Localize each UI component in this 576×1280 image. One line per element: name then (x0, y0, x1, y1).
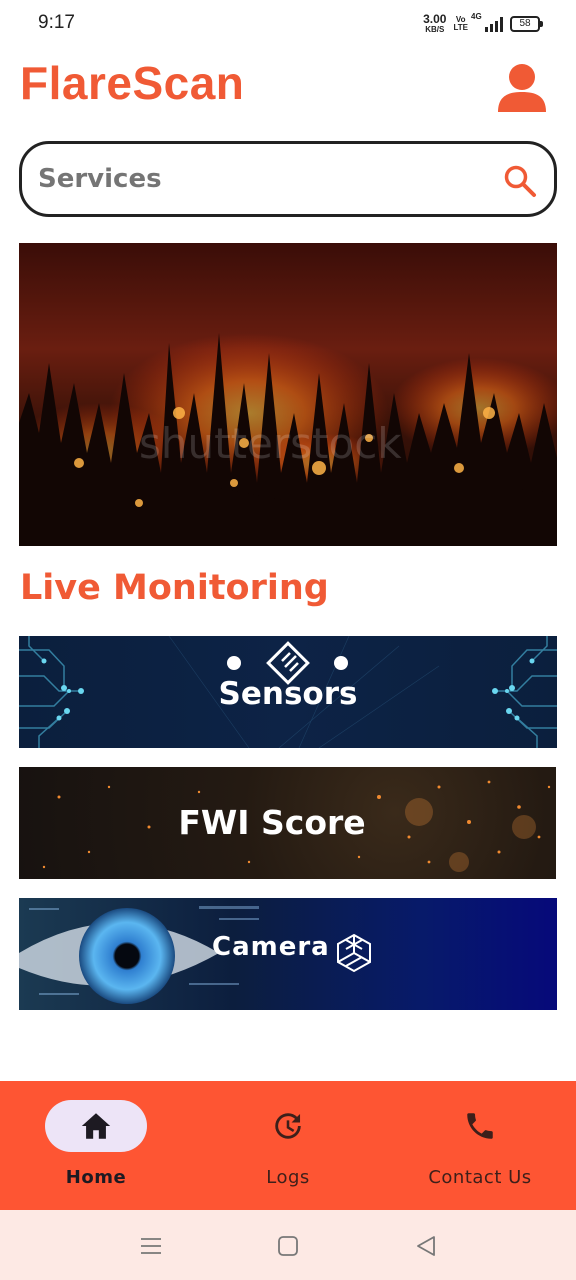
history-icon (275, 1113, 301, 1139)
camera-label: Camera (212, 932, 330, 962)
network-speed: 3.00 KB/S (423, 12, 447, 34)
search-input[interactable] (38, 162, 478, 196)
search-icon[interactable] (503, 164, 537, 198)
menu-icon[interactable] (139, 1234, 163, 1258)
home-square-icon[interactable] (276, 1234, 300, 1258)
app-title: FlareScan (20, 57, 245, 109)
nav-item-home[interactable]: Home (0, 1081, 192, 1210)
search-bar[interactable] (19, 141, 557, 217)
person-icon[interactable] (496, 62, 548, 112)
home-icon (81, 1113, 111, 1139)
network-speed-value: 3.00 (423, 12, 447, 26)
forest-fire-photo: shutterstock (19, 243, 557, 546)
nav-label-home: Home (65, 1167, 127, 1188)
nav-item-contact-us[interactable]: Contact Us (384, 1081, 576, 1210)
camera-card[interactable]: Camera (19, 898, 557, 1010)
fwi-score-card[interactable]: FWI Score (19, 767, 556, 879)
battery-icon: 58 (510, 16, 543, 32)
hero-image: shutterstock (19, 243, 557, 546)
watermark-text: shutterstock (139, 419, 402, 468)
network-type: 4G (471, 12, 482, 21)
volte-indicator: Vo LTE (453, 16, 468, 32)
nav-item-logs[interactable]: Logs (192, 1081, 384, 1210)
nav-label-contact-us: Contact Us (428, 1167, 532, 1188)
status-time: 9:17 (38, 12, 75, 33)
nav-label-logs: Logs (266, 1167, 310, 1188)
status-indicators: 3.00 KB/S Vo LTE 4G 58 (423, 12, 543, 34)
sensors-card[interactable]: Sensors (19, 636, 557, 748)
back-icon[interactable] (414, 1234, 438, 1258)
sensors-label: Sensors (218, 676, 358, 712)
system-navigation-bar (0, 1210, 576, 1280)
phone-icon (467, 1113, 493, 1139)
bottom-navigation: Home Logs Contact Us (0, 1081, 576, 1210)
fwi-score-label: FWI Score (178, 803, 366, 842)
section-title: Live Monitoring (20, 568, 329, 608)
volte-bottom: LTE (453, 23, 468, 32)
status-bar: 9:17 3.00 KB/S Vo LTE 4G 58 (0, 0, 576, 48)
signal-icon: 4G (471, 12, 503, 32)
cube-icon (337, 933, 371, 973)
network-speed-unit: KB/S (425, 25, 445, 34)
